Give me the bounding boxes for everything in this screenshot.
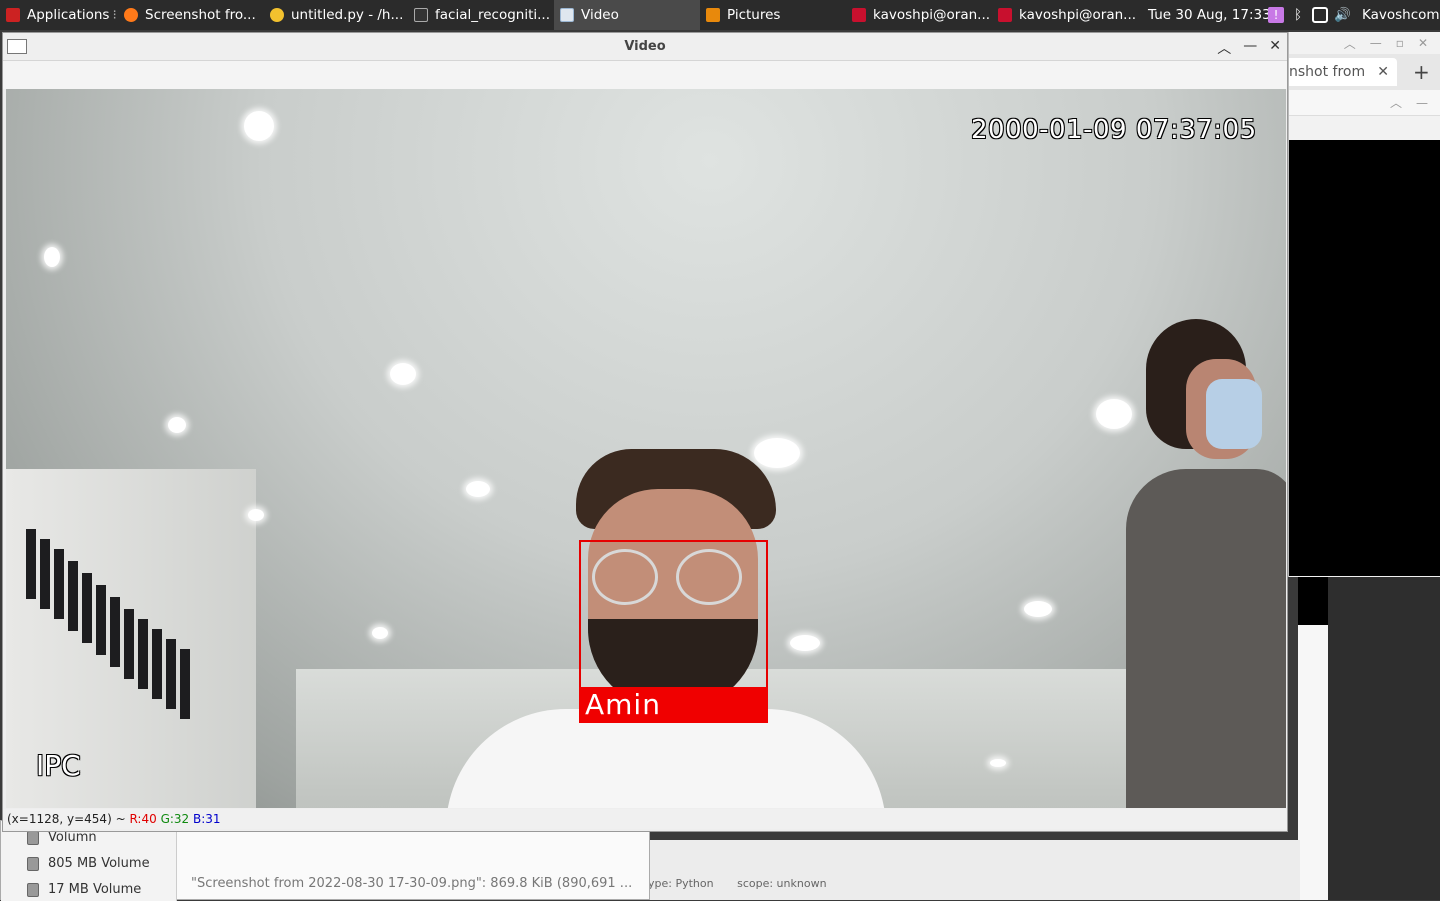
- video-titlebar[interactable]: Video ︿ — ✕: [3, 33, 1287, 61]
- file-type-status: ype: Python: [648, 877, 714, 890]
- red-value: R:40: [129, 812, 157, 826]
- top-panel: Applications ⁝ Screenshot fro... untitle…: [0, 0, 1440, 30]
- task-label: Applications: [27, 7, 110, 23]
- terminal-red-icon: [998, 8, 1012, 22]
- sidebar-volume[interactable]: 805 MB Volume: [27, 856, 150, 871]
- minimize-icon[interactable]: —: [1370, 36, 1382, 50]
- drive-icon: [27, 856, 39, 871]
- user-menu[interactable]: Kavoshcom: [1362, 0, 1440, 30]
- browser-tab[interactable]: nshot from ✕: [1289, 58, 1397, 86]
- file-manager-window: Volumn 805 MB Volume 17 MB Volume "Scree…: [0, 820, 650, 901]
- video-window: Video ︿ — ✕ Amin 2000-01-09 07:37:05 IPC…: [2, 32, 1288, 832]
- inner-titlebar: ︿ —: [1289, 90, 1440, 116]
- python-editor-icon: [270, 8, 284, 22]
- sidebar-volume[interactable]: 17 MB Volume: [27, 882, 141, 897]
- blue-value: B:31: [193, 812, 221, 826]
- volume-label: 17 MB Volume: [48, 882, 142, 897]
- browser-window: ︿ — ▫ ✕ nshot from ✕ + ︿ —: [1288, 32, 1440, 577]
- bystander: [1126, 319, 1286, 808]
- ceiling-light: [168, 417, 186, 433]
- task-terminal-1[interactable]: kavoshpi@oran...: [846, 0, 992, 30]
- task-label: Screenshot fro...: [145, 7, 256, 23]
- sidebar-volume[interactable]: Volumn: [27, 830, 97, 845]
- bluetooth-icon[interactable]: ᛒ: [1290, 7, 1306, 23]
- volume-label: Volumn: [48, 830, 97, 845]
- pixel-statusbar: (x=1128, y=454) ~ R:40 G:32 B:31: [3, 809, 1287, 829]
- maximize-icon[interactable]: ︿: [1217, 38, 1231, 58]
- face-name-label: Amin: [579, 687, 768, 723]
- close-icon[interactable]: ✕: [1418, 36, 1428, 50]
- ceiling-light: [466, 481, 490, 497]
- ceiling-light: [990, 759, 1006, 767]
- task-label: Pictures: [727, 7, 781, 23]
- minimize-icon[interactable]: —: [1243, 38, 1257, 58]
- ceiling-light: [372, 627, 388, 639]
- dark-panel: [1298, 577, 1328, 625]
- app-menu-icon: [6, 8, 20, 22]
- drive-icon: [27, 882, 39, 897]
- ceiling-light: [1024, 601, 1052, 617]
- new-tab-button[interactable]: +: [1413, 60, 1430, 84]
- task-label: Video: [581, 7, 619, 23]
- window-icon: [560, 8, 574, 22]
- ceiling-light: [44, 247, 60, 267]
- task-label: kavoshpi@oran...: [1019, 7, 1137, 23]
- network-icon[interactable]: [1312, 7, 1328, 23]
- ceiling-light: [790, 635, 820, 651]
- firefox-icon: [124, 8, 138, 22]
- task-label: kavoshpi@oran...: [873, 7, 991, 23]
- close-tab-icon[interactable]: ✕: [1377, 64, 1389, 80]
- scope-status: scope: unknown: [737, 877, 827, 890]
- volume-icon[interactable]: 🔊: [1334, 7, 1351, 23]
- browser-tabbar: nshot from ✕ +: [1289, 54, 1440, 90]
- menu-dots-icon: ⁝: [112, 7, 117, 23]
- task-terminal[interactable]: facial_recogniti...: [408, 0, 554, 30]
- minimize-icon[interactable]: —: [1416, 96, 1428, 110]
- file-statusbar: "Screenshot from 2022-08-30 17-30-09.png…: [191, 876, 633, 891]
- window-title: Video: [624, 39, 666, 54]
- task-label: facial_recogniti...: [435, 7, 551, 23]
- browser-titlebar: ︿ — ▫ ✕: [1289, 32, 1440, 54]
- editor-edge: [1298, 625, 1328, 900]
- folder-image-icon: [706, 8, 720, 22]
- dark-content: [1289, 140, 1440, 576]
- ceiling-light: [244, 111, 274, 141]
- file-sidebar: Volumn 805 MB Volume 17 MB Volume: [1, 821, 177, 901]
- video-frame[interactable]: Amin 2000-01-09 07:37:05 IPC: [6, 89, 1286, 808]
- toolbar: [3, 61, 1287, 89]
- task-python-editor[interactable]: untitled.py - /h...: [264, 0, 408, 30]
- system-tray: ! ᛒ 🔊: [1268, 0, 1351, 30]
- task-pictures[interactable]: Pictures: [700, 0, 846, 30]
- alert-icon[interactable]: !: [1268, 7, 1284, 23]
- window-controls: ︿ — ✕: [1217, 38, 1281, 58]
- green-value: G:32: [160, 812, 190, 826]
- task-firefox[interactable]: Screenshot fro...: [118, 0, 264, 30]
- task-terminal-2[interactable]: kavoshpi@oran...: [992, 0, 1138, 30]
- cursor-coords: (x=1128, y=454) ~: [7, 812, 126, 826]
- volume-label: 805 MB Volume: [48, 856, 150, 871]
- camera-label: IPC: [36, 749, 81, 782]
- close-icon[interactable]: ✕: [1269, 38, 1281, 58]
- restore-icon[interactable]: ▫: [1396, 36, 1404, 50]
- task-label: untitled.py - /h...: [291, 7, 404, 23]
- editor-statusbar: ype: Python scope: unknown: [648, 877, 847, 890]
- terminal-red-icon: [852, 8, 866, 22]
- maximize-icon[interactable]: ︿: [1344, 35, 1356, 52]
- terminal-icon: [414, 8, 428, 22]
- editor-window: ype: Python scope: unknown: [648, 840, 1300, 900]
- ceiling-light: [248, 509, 264, 521]
- drive-icon: [27, 830, 39, 845]
- camera-timestamp: 2000-01-09 07:37:05: [971, 115, 1257, 145]
- clock[interactable]: Tue 30 Aug, 17:33: [1148, 0, 1271, 30]
- ceiling-light: [390, 363, 416, 385]
- maximize-icon[interactable]: ︿: [1390, 94, 1402, 111]
- task-video[interactable]: Video: [554, 0, 700, 30]
- desktop-area: [1328, 577, 1440, 900]
- tab-label: nshot from: [1289, 64, 1366, 80]
- applications-menu[interactable]: Applications ⁝: [0, 0, 118, 30]
